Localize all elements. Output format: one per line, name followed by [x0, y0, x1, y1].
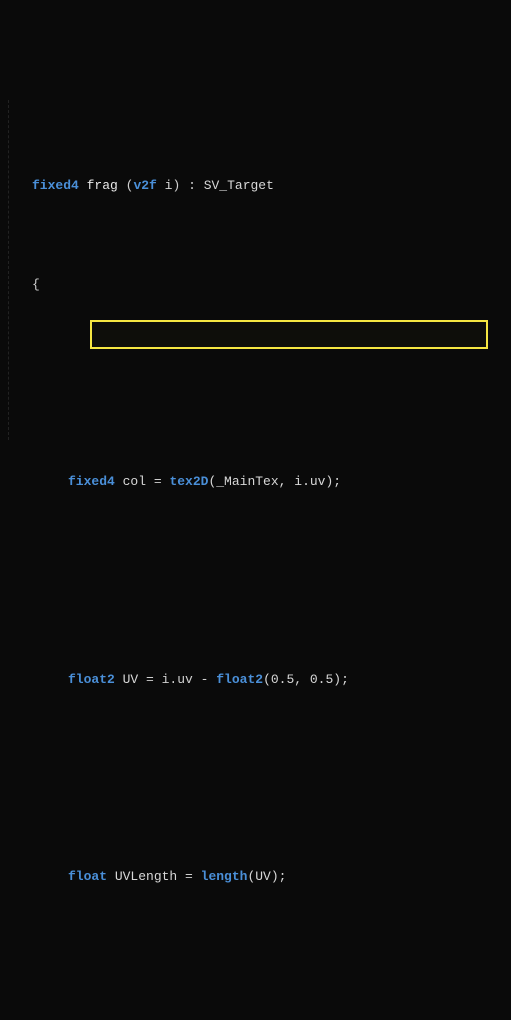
- code-block: fixed4 frag (v2f i) : SV_Target { fixed4…: [8, 100, 511, 1020]
- func-name: frag: [79, 178, 118, 193]
- blank-line: [32, 569, 511, 594]
- line-uv-decl: float2 UV = i.uv - float2(0.5, 0.5);: [32, 668, 511, 693]
- semantic: SV_Target: [204, 178, 274, 193]
- return-type: fixed4: [32, 178, 79, 193]
- tex2d-call: tex2D: [169, 474, 208, 489]
- blank-line: [32, 372, 511, 397]
- line-col-decl: fixed4 col = tex2D(_MainTex, i.uv);: [32, 470, 511, 495]
- float2-call: float2: [216, 672, 263, 687]
- blank-line: [32, 767, 511, 792]
- param-type: v2f: [133, 178, 156, 193]
- brace-open: {: [32, 273, 511, 298]
- length-call: length: [201, 869, 248, 884]
- fold-gutter: [8, 100, 21, 440]
- code-editor: fixed4 frag (v2f i) : SV_Target { fixed4…: [0, 0, 511, 1020]
- line-uvlength-decl: float UVLength = length(UV);: [32, 865, 511, 890]
- blank-line: [32, 964, 511, 989]
- line-signature: fixed4 frag (v2f i) : SV_Target: [32, 174, 511, 199]
